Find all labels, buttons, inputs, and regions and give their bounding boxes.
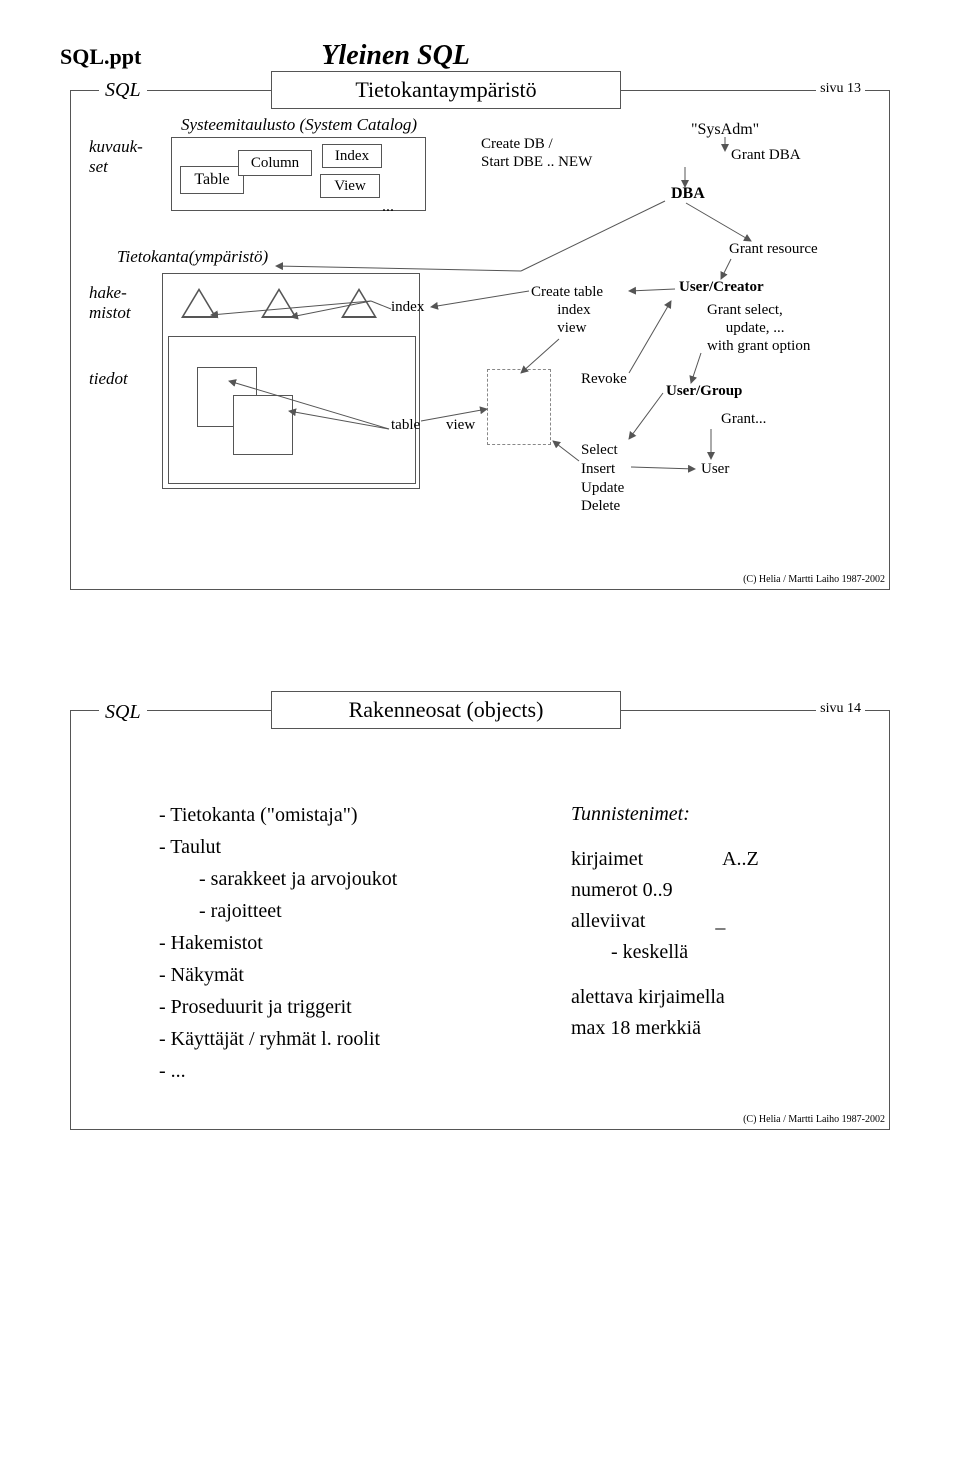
select-ops-label: Select Insert Update Delete: [581, 441, 624, 516]
numerot-label: numerot 0..9: [571, 875, 759, 906]
sql-label: SQL: [99, 701, 147, 724]
create-table-label: Create table index view: [531, 283, 603, 337]
grant-select-l1: Grant select,: [707, 302, 783, 318]
slide-14-frame: SQL Rakenneosat (objects) sivu 14 - Tiet…: [70, 710, 890, 1130]
dba-label: DBA: [671, 185, 705, 203]
tunnistenimet-title: Tunnistenimet:: [571, 799, 759, 830]
grant-dba-label: Grant DBA: [731, 147, 801, 164]
view-box: View: [320, 174, 380, 198]
ellipsis: ...: [382, 198, 394, 216]
slide-13-frame: SQL Tietokantaympäristö sivu 13 Systeemi…: [70, 90, 890, 590]
bullet-item: - Proseduurit ja triggerit: [159, 991, 397, 1023]
create-db-l2: Start DBE .. NEW: [481, 154, 592, 170]
user-label: User: [701, 461, 729, 478]
slide-title: Tietokantaympäristö: [271, 71, 621, 109]
create-table-l1: Create table: [531, 284, 603, 300]
user-creator-label: User/Creator: [679, 279, 764, 296]
view-label: view: [446, 417, 475, 434]
delete-label: Delete: [581, 498, 620, 514]
index-label: index: [391, 299, 424, 316]
alleviivat-value: _: [715, 910, 725, 932]
bullet-item: - Tietokanta ("omistaja"): [159, 799, 397, 831]
sql-label: SQL: [99, 79, 147, 102]
bullet-subitem: - rajoitteet: [159, 895, 397, 927]
index-triangle: [261, 288, 297, 318]
kirjaimet-label: kirjaimet: [571, 848, 643, 870]
grant-select-l3: with grant option: [707, 338, 810, 354]
page-header: SQL.ppt Yleinen SQL: [60, 40, 900, 72]
create-db-label: Create DB / Start DBE .. NEW: [481, 135, 592, 171]
user-group-label: User/Group: [666, 383, 742, 400]
grant-dots-label: Grant...: [721, 411, 766, 428]
kuvaukset-l2: set: [89, 157, 108, 176]
grant-select-label: Grant select, update, ... with grant opt…: [707, 301, 810, 355]
doc-filename: SQL.ppt: [60, 44, 141, 70]
alettava-label: alettava kirjaimella: [571, 982, 759, 1013]
table-label: table: [391, 417, 420, 434]
column-box: Column: [238, 150, 312, 176]
view-dashed-box: [487, 369, 551, 445]
tietokanta-env-label: Tietokanta(ympäristö): [117, 247, 268, 267]
select-label: Select: [581, 442, 618, 458]
max-label: max 18 merkkiä: [571, 1013, 759, 1044]
system-catalog-label: Systeemitaulusto (System Catalog): [181, 115, 417, 135]
tiedot-label: tiedot: [89, 369, 128, 389]
slide-title: Rakenneosat (objects): [271, 691, 621, 729]
copyright: (C) Helia / Martti Laiho 1987-2002: [743, 1114, 885, 1125]
bullet-item: - Hakemistot: [159, 927, 397, 959]
table-square: [233, 395, 293, 455]
bullet-item: - Taulut: [159, 831, 397, 863]
grant-select-l2: update, ...: [726, 320, 785, 336]
env-outer-box: [162, 273, 420, 489]
bullet-subitem: - sarakkeet ja arvojoukot: [159, 863, 397, 895]
bullet-item: - Käyttäjät / ryhmät l. roolit: [159, 1023, 397, 1055]
tunnistenimet-block: Tunnistenimet: kirjaimet A..Z numerot 0.…: [571, 799, 759, 1044]
keskella-label: - keskellä: [571, 937, 759, 968]
sysadm-label: "SysAdm": [691, 121, 759, 139]
hakemistot-label: hake- mistot: [89, 283, 159, 323]
grant-resource-label: Grant resource: [729, 241, 818, 258]
create-db-l1: Create DB /: [481, 136, 553, 152]
index-box: Index: [322, 144, 382, 168]
bullet-item: - Näkymät: [159, 959, 397, 991]
page-number: sivu 13: [816, 81, 865, 97]
kuvaukset-label: kuvauk- set: [89, 137, 159, 177]
index-triangle: [181, 288, 217, 318]
update-label: Update: [581, 480, 624, 496]
env-inner-box: [168, 336, 416, 484]
kirjaimet-value: A..Z: [722, 848, 759, 870]
bullet-list-left: - Tietokanta ("omistaja") - Taulut - sar…: [159, 799, 397, 1087]
insert-label: Insert: [581, 461, 615, 477]
tunniste-row: alleviivat _: [571, 906, 759, 937]
page-title: Yleinen SQL: [321, 40, 470, 72]
catalog-box: Table Column Index View ...: [171, 137, 426, 211]
alleviivat-label: alleviivat: [571, 910, 645, 932]
table-box: Table: [180, 166, 244, 194]
tunniste-row: kirjaimet A..Z: [571, 844, 759, 875]
hakemistot-l1: hake-: [89, 283, 127, 302]
bullet-item: - ...: [159, 1055, 397, 1087]
index-triangle: [341, 288, 377, 318]
create-table-l2: index: [557, 302, 590, 318]
page-number: sivu 14: [816, 701, 865, 717]
hakemistot-l2: mistot: [89, 303, 131, 322]
copyright: (C) Helia / Martti Laiho 1987-2002: [743, 574, 885, 585]
kuvaukset-l1: kuvauk-: [89, 137, 143, 156]
create-table-l3: view: [557, 320, 586, 336]
revoke-label: Revoke: [581, 371, 627, 388]
